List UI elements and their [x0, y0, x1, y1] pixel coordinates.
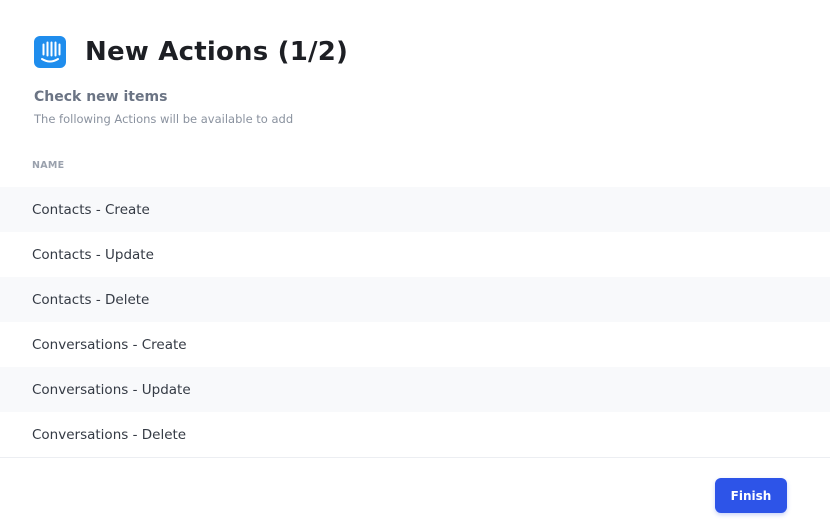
actions-table: Contacts - Create Contacts - Update Cont…	[0, 187, 830, 458]
page-header: New Actions (1/2)	[34, 35, 348, 69]
column-header-name: NAME	[32, 160, 65, 171]
table-divider	[0, 457, 830, 458]
page-title: New Actions (1/2)	[85, 37, 349, 67]
table-row: Conversations - Create	[0, 322, 830, 367]
intercom-logo-icon	[34, 36, 66, 68]
new-actions-page: New Actions (1/2) Check new items The fo…	[0, 0, 830, 531]
finish-button[interactable]: Finish	[715, 478, 787, 513]
section-heading: Check new items	[34, 89, 168, 105]
table-row: Contacts - Delete	[0, 277, 830, 322]
table-row: Contacts - Update	[0, 232, 830, 277]
table-row: Conversations - Delete	[0, 412, 830, 457]
table-row: Conversations - Update	[0, 367, 830, 412]
section-description: The following Actions will be available …	[34, 112, 294, 126]
table-row: Contacts - Create	[0, 187, 830, 232]
